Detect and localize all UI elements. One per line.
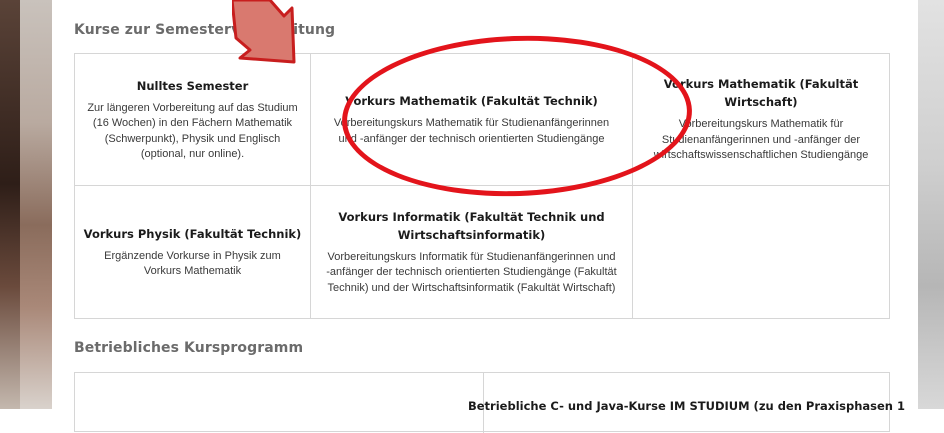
main-content: Kurse zur Semestervorbereitung Nulltes S… bbox=[52, 0, 918, 433]
blurred-background-right bbox=[918, 0, 944, 409]
course-card-betriebliche-kurse[interactable]: Betriebliche C- und Java-Kurse IM STUDIU… bbox=[468, 373, 905, 433]
course-title[interactable]: Betriebliche C- und Java-Kurse IM STUDIU… bbox=[468, 397, 905, 415]
course-grid-kursprogramm: Betriebliche C- und Java-Kurse IM STUDIU… bbox=[74, 372, 905, 433]
course-description: Ergänzende Vorkurse in Physik zum Vorkur… bbox=[104, 249, 281, 278]
course-card-vorkurs-informatik[interactable]: Vorkurs Informatik (Fakultät Technik und… bbox=[311, 186, 632, 318]
course-card-vorkurs-physik[interactable]: Vorkurs Physik (Fakultät Technik) Ergänz… bbox=[75, 186, 310, 318]
course-title[interactable]: Nulltes Semester bbox=[137, 77, 249, 95]
course-description: Zur längeren Vorbereitung auf das Studiu… bbox=[87, 101, 298, 161]
course-card-nulltes-semester[interactable]: Nulltes Semester Zur längeren Vorbereitu… bbox=[75, 54, 310, 185]
course-title[interactable]: Vorkurs Informatik (Fakultät Technik und… bbox=[338, 208, 604, 244]
red-arrow-annotation bbox=[232, 0, 296, 64]
course-description: Vorbereitungskurs Informatik für Studien… bbox=[326, 250, 617, 294]
course-title[interactable]: Vorkurs Physik (Fakultät Technik) bbox=[84, 225, 302, 243]
blurred-background-left bbox=[0, 0, 52, 409]
section-title-kursprogramm: Betriebliches Kursprogramm bbox=[74, 340, 304, 356]
